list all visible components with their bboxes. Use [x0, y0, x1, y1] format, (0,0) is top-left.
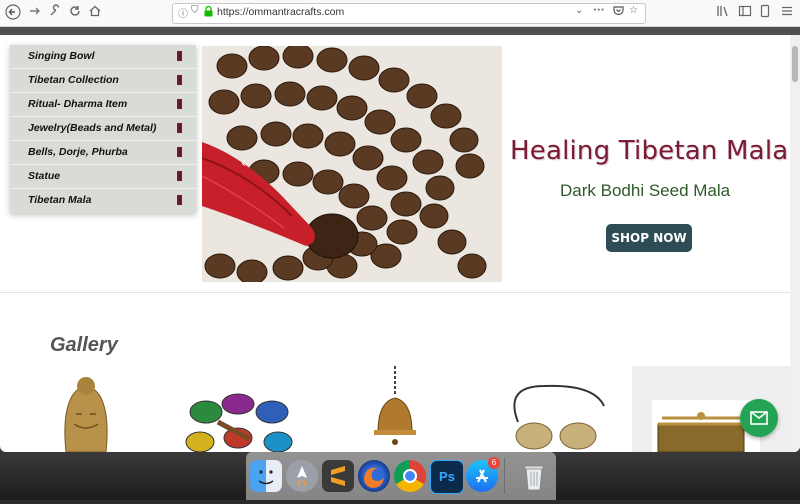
menu-item-statue[interactable]: Statue	[10, 165, 196, 189]
gallery-item-tingsha[interactable]	[494, 366, 612, 452]
chevron-right-icon	[177, 123, 182, 133]
firefox-icon[interactable]	[358, 460, 390, 492]
hero-mala-image[interactable]	[202, 46, 502, 282]
menu-item-ritual-dharma[interactable]: Ritual- Dharma Item	[10, 93, 196, 117]
menu-item-label: Singing Bowl	[28, 50, 95, 62]
tools-icon[interactable]	[46, 4, 64, 22]
chevron-right-icon	[177, 99, 182, 109]
menu-item-label: Jewelry(Beads and Metal)	[28, 122, 157, 134]
chrome-icon[interactable]	[394, 460, 426, 492]
mail-icon	[750, 411, 768, 425]
library-icon[interactable]	[714, 4, 732, 22]
browser-window: ⓘ ⛉ https://ommantracrafts.com ⌄ ··· ☆ S…	[0, 0, 800, 452]
mac-dock: Ps	[246, 452, 556, 500]
gallery-item-buddha-head[interactable]	[38, 366, 134, 452]
scrollbar-thumb[interactable]	[792, 46, 798, 82]
menu-item-label: Tibetan Collection	[28, 74, 119, 86]
lock-icon[interactable]	[204, 5, 213, 20]
dropdown-icon[interactable]: ⌄	[575, 5, 583, 16]
app-store-badge: 6	[488, 457, 500, 469]
menu-item-label: Ritual- Dharma Item	[28, 98, 128, 110]
menu-item-bells-dorje[interactable]: Bells, Dorje, Phurba	[10, 141, 196, 165]
back-icon[interactable]	[4, 4, 22, 22]
launchpad-icon[interactable]	[286, 460, 318, 492]
more-icon[interactable]: ···	[593, 5, 604, 16]
forward-icon[interactable]	[26, 4, 44, 22]
chat-button[interactable]	[740, 399, 778, 437]
menu-item-tibetan-collection[interactable]: Tibetan Collection	[10, 69, 196, 93]
menu-item-singing-bowl[interactable]: Singing Bowl	[10, 45, 196, 69]
menu-item-tibetan-mala[interactable]: Tibetan Mala	[10, 189, 196, 212]
pocket-icon[interactable]	[613, 5, 624, 19]
photoshop-label: Ps	[439, 469, 455, 484]
shop-now-button[interactable]: SHOP NOW	[606, 224, 692, 252]
reader-icon[interactable]	[756, 4, 774, 22]
url-text[interactable]: https://ommantracrafts.com	[217, 6, 344, 18]
chevron-right-icon	[177, 195, 182, 205]
slider-prev-icon[interactable]: ‹	[241, 156, 246, 170]
tracking-protection-icon[interactable]: ⛉	[191, 5, 199, 16]
menu-item-label: Tibetan Mala	[28, 194, 92, 206]
info-icon[interactable]: ⓘ	[178, 5, 188, 20]
chevron-right-icon	[177, 51, 182, 61]
category-menu: Singing Bowl Tibetan Collection Ritual- …	[10, 45, 196, 213]
browser-toolbar: ⓘ ⛉ https://ommantracrafts.com ⌄ ··· ☆	[0, 0, 800, 27]
gallery-item-bell[interactable]	[360, 366, 430, 452]
reload-icon[interactable]	[66, 4, 84, 22]
url-bar[interactable]: ⓘ ⛉ https://ommantracrafts.com ⌄ ··· ☆	[172, 3, 646, 24]
home-icon[interactable]	[86, 4, 104, 22]
menu-item-jewelry[interactable]: Jewelry(Beads and Metal)	[10, 117, 196, 141]
dock-separator	[504, 458, 505, 494]
menu-item-label: Statue	[28, 170, 61, 182]
menu-icon[interactable]	[778, 4, 796, 22]
section-divider	[0, 292, 790, 293]
gallery-item-chakra-bowls[interactable]	[180, 366, 298, 452]
site-top-bar	[0, 27, 800, 35]
chevron-right-icon	[177, 75, 182, 85]
hero-subtitle: Dark Bodhi Seed Mala	[560, 181, 731, 200]
chevron-right-icon	[177, 171, 182, 181]
photoshop-icon[interactable]: Ps	[430, 460, 464, 494]
finder-icon[interactable]	[250, 460, 282, 492]
chevron-right-icon	[177, 147, 182, 157]
bookmark-star-icon[interactable]: ☆	[629, 5, 638, 16]
sublime-text-icon[interactable]	[322, 460, 354, 492]
page-scrollbar[interactable]	[790, 35, 800, 452]
gallery-heading: Gallery	[50, 334, 118, 356]
sidebar-icon[interactable]	[736, 4, 754, 22]
hero-title: Healing Tibetan Mala	[510, 136, 789, 166]
trash-icon[interactable]	[518, 460, 550, 492]
menu-item-label: Bells, Dorje, Phurba	[28, 146, 128, 158]
